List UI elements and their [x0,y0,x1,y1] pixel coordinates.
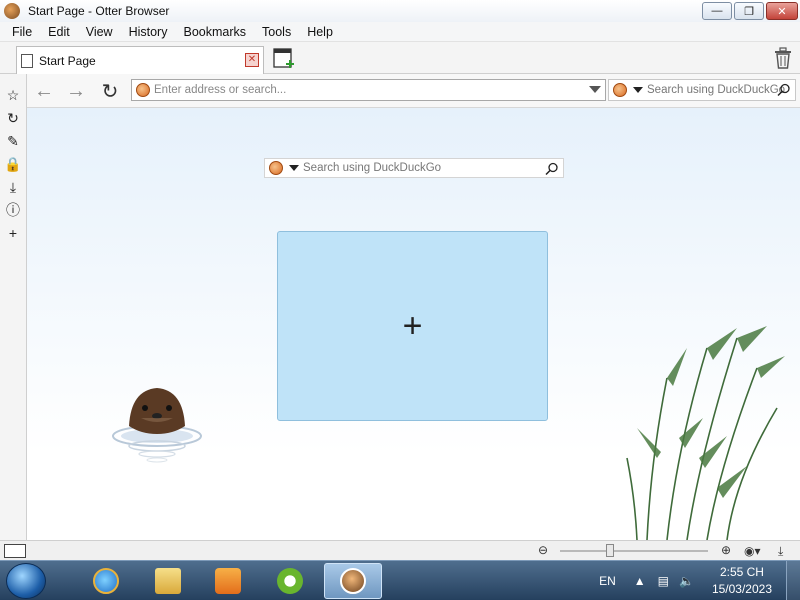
close-window-button[interactable]: ✕ [766,2,798,20]
bookmarks-star-icon[interactable]: ☆ [4,86,22,104]
clock[interactable]: 2:55 CH 15/03/2023 [712,564,772,598]
zoom-in-icon[interactable]: ⊕ [718,543,734,559]
tab-start-page[interactable]: Start Page ✕ [16,46,264,74]
window-title: Start Page - Otter Browser [28,4,170,18]
green-app-icon [277,568,303,594]
back-arrow-icon[interactable]: ← [31,79,57,103]
page-icon [21,53,33,68]
zoom-slider-track[interactable] [560,550,708,552]
add-panel-icon[interactable]: + [4,224,22,242]
add-speed-dial-tile[interactable]: + [277,231,548,421]
navigation-toolbar: ← → ↻ Enter address or search... Search … [27,74,800,108]
zoom-out-icon[interactable]: ⊖ [535,543,551,559]
maximize-button[interactable]: ❐ [734,2,764,20]
start-page-content: Search using DuckDuckGo + [27,108,800,540]
minimize-button[interactable]: — [702,2,732,20]
windows-taskbar: EN ▲ ▤ 🔈 2:55 CH 15/03/2023 [0,560,800,600]
folder-icon [155,568,181,594]
window-controls: — ❐ ✕ [702,2,798,20]
notes-edit-icon[interactable]: ✎ [4,132,22,150]
content-blocking-icon[interactable]: ◉▾ [744,544,761,558]
search-icon[interactable] [777,83,791,97]
reload-icon[interactable]: ↻ [97,79,123,103]
toolbar-search-field[interactable]: Search using DuckDuckGo [608,79,796,101]
taskbar-media-player[interactable] [202,563,254,599]
menu-file[interactable]: File [4,25,40,39]
start-page-search-placeholder: Search using DuckDuckGo [303,162,442,174]
media-player-icon [215,568,241,594]
search-icon[interactable] [545,162,559,176]
show-desktop-button[interactable] [786,561,800,600]
otter-app-icon [4,3,20,19]
taskbar-internet-explorer[interactable] [80,563,132,599]
tab-label: Start Page [39,53,96,68]
internet-explorer-icon [93,568,119,594]
downloads-tray-icon[interactable]: ⤓ [778,544,783,559]
start-button[interactable] [6,563,46,599]
show-hidden-icons-icon[interactable]: ▲ [634,574,646,588]
toggle-sidebar-icon[interactable] [4,544,26,558]
menu-bookmarks[interactable]: Bookmarks [175,25,254,39]
zoom-slider-thumb[interactable] [606,544,614,557]
tab-bar: Start Page ✕ [0,42,800,74]
address-placeholder: Enter address or search... [154,84,287,96]
volume-icon[interactable]: 🔈 [679,574,694,588]
menu-tools[interactable]: Tools [254,25,299,39]
info-icon[interactable]: ⓘ [4,201,22,219]
new-tab-icon[interactable] [272,46,296,70]
menu-help[interactable]: Help [299,25,341,39]
clock-date: 15/03/2023 [711,582,772,596]
downloads-icon[interactable]: ⤓ [4,178,22,196]
site-icon [136,83,150,97]
search-engine-dropdown-icon[interactable] [289,165,299,171]
menu-view[interactable]: View [78,25,121,39]
reeds-illustration [626,326,785,540]
address-field[interactable]: Enter address or search... [131,79,606,101]
system-tray: EN ▲ ▤ 🔈 2:55 CH 15/03/2023 [599,561,772,600]
add-tile-plus-icon: + [402,306,423,345]
toolbar-search-placeholder: Search using DuckDuckGo [647,84,786,96]
menu-edit[interactable]: Edit [40,25,78,39]
forward-arrow-icon[interactable]: → [63,79,89,103]
start-page-search-field[interactable]: Search using DuckDuckGo [264,158,564,178]
duckduckgo-icon [269,161,283,175]
otter-mascot-image [112,388,202,463]
menu-history[interactable]: History [121,25,176,39]
menu-bar: File Edit View History Bookmarks Tools H… [0,22,800,42]
taskbar-app[interactable] [264,563,316,599]
clock-time: 2:55 CH [719,565,764,579]
address-dropdown-icon[interactable] [589,86,601,93]
history-clock-icon[interactable]: ↻ [4,109,22,127]
search-engine-dropdown-icon[interactable] [633,87,643,93]
passwords-lock-icon[interactable]: 🔒 [4,155,22,173]
taskbar-file-explorer[interactable] [142,563,194,599]
trash-icon[interactable] [772,46,794,70]
sidebar: ☆ ↻ ✎ 🔒 ⤓ ⓘ + [0,74,27,540]
title-bar: Start Page - Otter Browser — ❐ ✕ [0,0,800,22]
network-icon[interactable]: ▤ [658,574,669,588]
status-bar: ⊖ ⊕ ◉▾ ⤓ [0,540,800,560]
otter-browser-icon [340,568,366,594]
duckduckgo-icon [613,83,627,97]
tab-close-button[interactable]: ✕ [245,53,259,67]
language-indicator[interactable]: EN [599,574,616,588]
taskbar-otter-browser[interactable] [324,563,382,599]
